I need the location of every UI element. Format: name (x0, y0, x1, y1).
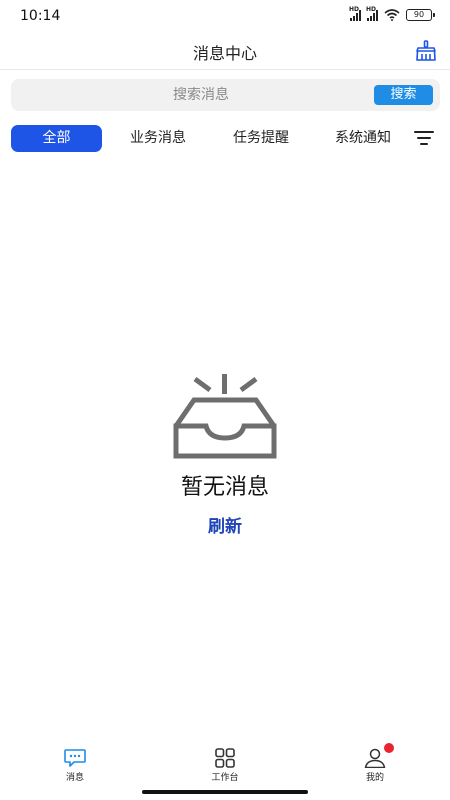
bottom-nav-label: 我的 (365, 773, 384, 783)
grid-icon (215, 748, 235, 768)
status-bar: 10:14 HD HD 90 (0, 0, 450, 34)
tab-all[interactable]: 全部 (11, 125, 102, 152)
page-title: 消息中心 (192, 44, 257, 63)
bottom-nav-messages[interactable]: 消息 (35, 740, 115, 786)
home-indicator[interactable] (142, 790, 308, 794)
notification-badge (384, 743, 394, 753)
user-icon (364, 748, 386, 768)
signal-icon: HD (366, 6, 378, 21)
nav-bar: 消息中心 (0, 34, 450, 70)
empty-inbox-icon (173, 374, 277, 459)
wifi-icon (384, 9, 400, 21)
bottom-nav-profile[interactable]: 我的 (335, 740, 415, 786)
tab-task[interactable]: 任务提醒 (221, 125, 301, 152)
sim2-label: HD (366, 6, 377, 13)
search-button[interactable]: 搜索 (374, 85, 433, 105)
sim1-label: HD (349, 6, 360, 13)
search-bar: 搜索 (11, 79, 440, 111)
bottom-nav-workbench[interactable]: 工作台 (185, 740, 265, 786)
bottom-nav-label: 工作台 (211, 773, 239, 783)
search-input[interactable] (11, 79, 371, 111)
battery-icon: 90 (406, 9, 435, 21)
refresh-button[interactable]: 刷新 (195, 512, 255, 537)
status-icons: HD HD 90 (349, 6, 435, 21)
tab-business[interactable]: 业务消息 (118, 125, 198, 152)
empty-message: 暂无消息 (180, 475, 269, 500)
tab-system[interactable]: 系统通知 (323, 125, 403, 152)
filter-icon[interactable] (414, 131, 434, 147)
bottom-nav: 消息 工作台 我的 (0, 740, 450, 786)
category-tabs: 全部 业务消息 任务提醒 系统通知 (0, 125, 450, 153)
bottom-nav-label: 消息 (65, 773, 84, 783)
message-icon (64, 749, 86, 767)
signal-icon: HD (349, 6, 361, 21)
status-time: 10:14 (20, 8, 61, 24)
broom-clear-icon[interactable] (415, 40, 437, 62)
